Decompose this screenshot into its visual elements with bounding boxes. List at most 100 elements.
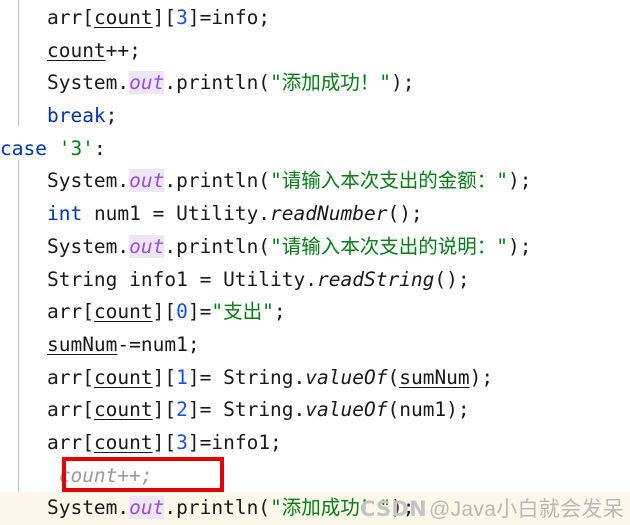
code-token-plain: ); [508, 169, 532, 193]
code-token-plain: ); [391, 71, 415, 95]
watermark-author-label: @Java小白就会发呆 [429, 498, 624, 521]
code-token-plain: : [93, 136, 106, 160]
code-line[interactable]: System.out.println("请输入本次支出的说明："); [0, 231, 630, 264]
code-token-num: 3 [176, 6, 188, 29]
code-token-plain: (num1); [387, 398, 470, 422]
code-token-num: 3 [176, 430, 188, 454]
code-token-plain: ][ [152, 365, 177, 389]
code-line[interactable]: arr[count][2]= String.valueOf(num1); [0, 394, 630, 427]
code-token-kw: break [46, 104, 106, 128]
code-token-field: count [46, 38, 106, 62]
code-token-stat: readString [317, 267, 435, 291]
code-token-str: "请输入本次支出的说明：" [270, 234, 509, 258]
code-token-str: "请输入本次支出的金额：" [270, 169, 509, 193]
code-token-field: count [93, 430, 153, 454]
code-token-plain: System. [46, 234, 130, 258]
code-line[interactable]: String info1 = Utility.readString(); [0, 264, 630, 297]
code-token-plain: arr[ [46, 398, 94, 422]
code-token-plain: .println( [164, 496, 271, 520]
code-token-field: count [93, 6, 153, 29]
code-token-plain: System. [46, 169, 130, 193]
code-line[interactable]: case '3': [0, 133, 630, 166]
code-token-stat: readNumber [270, 202, 388, 226]
watermark: CSDN@Java小白就会发呆 [360, 493, 624, 523]
code-line[interactable]: int num1 = Utility.readNumber(); [0, 198, 630, 231]
code-token-kw: int [46, 202, 83, 226]
code-line[interactable]: count++; [0, 35, 630, 68]
code-token-plain: ); [508, 234, 532, 258]
code-line[interactable]: arr[count][3]=info; [0, 2, 630, 35]
code-token-field: sumNum [399, 365, 470, 389]
code-token-plain: ][ [152, 398, 177, 422]
code-editor-screenshot: arr[count][3]=info; count++; System.out.… [0, 0, 630, 525]
code-token-plain: ]=info1; [187, 430, 282, 454]
code-line-text: arr[count][0]="支出"; [0, 300, 286, 323]
code-token-plain: .println( [164, 169, 271, 193]
code-line-text: System.out.println("请输入本次支出的说明："); [0, 234, 532, 258]
code-token-plain: (); [387, 202, 423, 226]
code-line-text: System.out.println("添加成功！"); [0, 71, 415, 95]
code-token-plain: String info1 = Utility. [46, 267, 317, 291]
code-line[interactable]: arr[count][1]= String.valueOf(sumNum); [0, 362, 630, 395]
code-token-field: count [93, 365, 153, 389]
code-token-plain: ; [105, 104, 118, 128]
code-token-plain: System. [46, 71, 130, 95]
code-line[interactable]: arr[count][0]="支出"; [0, 296, 630, 329]
csdn-brand-label: CSDN [359, 497, 428, 521]
code-token-plain: arr[ [46, 430, 94, 454]
code-line-text: String info1 = Utility.readString(); [0, 268, 470, 291]
code-token-plain: ++; [105, 38, 141, 62]
code-token-plain: ][ [152, 430, 177, 454]
code-token-plain: ]=info; [187, 6, 271, 29]
code-token-out: out [129, 234, 165, 258]
code-token-kw: case [0, 136, 59, 160]
code-token-plain: ; [273, 300, 286, 324]
code-token-plain: (); [434, 267, 470, 291]
code-line-text: arr[count][2]= String.valueOf(num1); [0, 398, 470, 421]
code-line[interactable]: count++; [0, 460, 630, 493]
code-line[interactable]: System.out.println("请输入本次支出的金额："); [0, 165, 630, 198]
code-content-area[interactable]: arr[count][3]=info; count++; System.out.… [0, 0, 630, 525]
code-line[interactable]: sumNum-=num1; [0, 329, 630, 362]
code-line-text: case '3': [0, 137, 106, 160]
code-token-plain: -=num1; [117, 332, 200, 356]
code-token-plain: System. [46, 496, 130, 520]
code-token-out: out [129, 71, 165, 95]
code-token-plain: ); [469, 365, 494, 389]
code-line-text: count++; [0, 39, 141, 62]
code-token-stat: valueOf [305, 365, 388, 389]
code-line[interactable]: break; [0, 100, 630, 133]
code-token-ghost: count++; [46, 463, 153, 487]
code-line-text: break; [0, 104, 117, 127]
code-token-num: 1 [176, 365, 188, 389]
code-token-str: "添加成功！" [270, 71, 392, 95]
code-token-field: count [93, 300, 153, 324]
code-line-text: System.out.println("请输入本次支出的金额："); [0, 169, 532, 193]
code-token-out: out [129, 169, 165, 193]
code-token-stat: valueOf [305, 398, 388, 422]
code-line[interactable]: System.out.println("添加成功！"); [0, 67, 630, 100]
code-token-plain: ]= String. [187, 398, 306, 422]
code-line-text: int num1 = Utility.readNumber(); [0, 202, 423, 225]
code-token-plain: ]= String. [187, 365, 306, 389]
code-token-field: sumNum [46, 332, 118, 356]
code-line[interactable]: arr[count][3]=info1; [0, 427, 630, 460]
code-line-text: sumNum-=num1; [0, 333, 200, 356]
code-token-num: 0 [176, 300, 188, 324]
code-token-plain: arr[ [46, 6, 94, 29]
code-token-plain: ][ [152, 6, 177, 29]
code-token-plain: .println( [164, 71, 271, 95]
code-line-text: count++; [0, 464, 153, 487]
code-token-plain: .println( [164, 234, 271, 258]
